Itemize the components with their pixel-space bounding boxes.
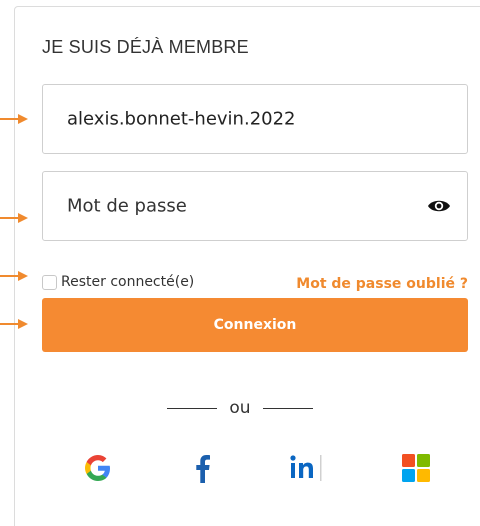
remember-checkbox[interactable] — [42, 274, 57, 290]
linkedin-login-button[interactable] — [287, 450, 331, 486]
section-heading: JE SUIS DÉJÀ MEMBRE — [42, 37, 249, 57]
microsoft-icon — [402, 454, 430, 482]
annotation-arrow-password — [0, 213, 28, 223]
microsoft-login-button[interactable] — [398, 450, 434, 486]
remember-me[interactable]: Rester connecté(e) — [42, 274, 194, 290]
google-icon — [85, 455, 110, 481]
password-field[interactable]: Mot de passe — [42, 171, 468, 241]
google-login-button[interactable] — [80, 450, 116, 486]
eye-icon[interactable] — [427, 197, 451, 215]
facebook-icon — [196, 455, 210, 483]
annotation-arrow-username — [0, 114, 28, 124]
username-field[interactable]: alexis.bonnet-hevin.2022 — [42, 84, 468, 154]
divider-line-left — [167, 407, 218, 409]
facebook-login-button[interactable] — [184, 450, 220, 486]
password-placeholder: Mot de passe — [67, 195, 187, 217]
remember-label: Rester connecté(e) — [61, 274, 195, 290]
linkedin-icon — [290, 455, 322, 481]
login-button[interactable]: Connexion — [42, 298, 468, 352]
divider-line-right — [262, 407, 313, 409]
divider-text: ou — [229, 398, 251, 418]
forgot-password-link[interactable]: Mot de passe oublié ? — [296, 276, 468, 292]
annotation-arrow-submit — [0, 319, 28, 329]
username-value: alexis.bonnet-hevin.2022 — [67, 108, 296, 130]
annotation-arrow-remember — [0, 271, 28, 281]
or-divider: ou — [0, 398, 480, 418]
